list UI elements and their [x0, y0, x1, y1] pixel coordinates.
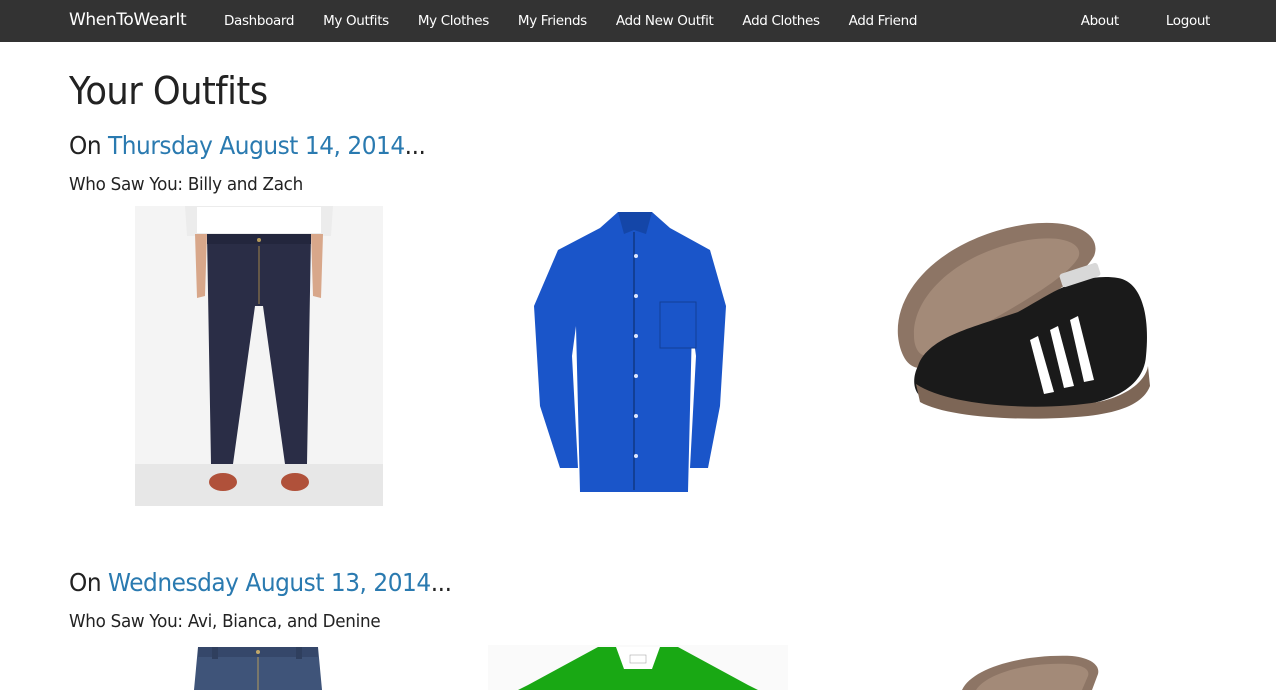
outfit-date-link[interactable]: Thursday August 14, 2014 — [108, 131, 405, 160]
nav-link-my-outfits[interactable]: My Outfits — [323, 0, 389, 42]
nav-link-add-clothes[interactable]: Add Clothes — [742, 0, 820, 42]
outfit-item-blue-shirt-image[interactable] — [520, 206, 748, 506]
outfit-item-jeans-image[interactable] — [192, 645, 324, 690]
outfit-heading: On Wednesday August 13, 2014... — [69, 566, 452, 600]
page-title: Your Outfits — [69, 69, 268, 113]
who-saw-label: Who Saw You: — [69, 611, 188, 632]
navbar: WhenToWearIt Dashboard My Outfits My Clo… — [0, 0, 1276, 42]
nav-right: About Logout — [1034, 0, 1211, 42]
outfit-item-jeans-image[interactable] — [135, 206, 383, 506]
who-saw-names: Billy and Zach — [187, 174, 303, 195]
nav-link-logout[interactable]: Logout — [1166, 0, 1210, 42]
who-saw-names: Avi, Bianca, and Denine — [187, 611, 381, 632]
nav-link-add-friend[interactable]: Add Friend — [849, 0, 918, 42]
nav-link-add-new-outfit[interactable]: Add New Outfit — [616, 0, 714, 42]
outfit-item-green-polo-image[interactable] — [488, 645, 788, 690]
outfit-heading-prefix: On — [69, 568, 109, 597]
who-saw-you: Who Saw You: Billy and Zach — [69, 173, 303, 197]
who-saw-you: Who Saw You: Avi, Bianca, and Denine — [69, 610, 381, 634]
nav-link-my-friends[interactable]: My Friends — [518, 0, 587, 42]
outfit-item-black-sneakers-image[interactable] — [888, 216, 1150, 420]
outfit-heading-suffix: ... — [404, 131, 426, 160]
who-saw-label: Who Saw You: — [69, 174, 188, 195]
outfit-heading-suffix: ... — [430, 568, 452, 597]
outfit-date-link[interactable]: Wednesday August 13, 2014 — [108, 568, 431, 597]
outfit-heading: On Thursday August 14, 2014... — [69, 129, 426, 163]
brand-link[interactable]: WhenToWearIt — [69, 0, 187, 42]
nav-link-about[interactable]: About — [1081, 0, 1120, 42]
outfit-item-black-sneakers-image[interactable] — [952, 652, 1102, 690]
nav-left: Dashboard My Outfits My Clothes My Frien… — [224, 0, 946, 42]
nav-link-my-clothes[interactable]: My Clothes — [418, 0, 489, 42]
nav-link-dashboard[interactable]: Dashboard — [224, 0, 294, 42]
outfit-heading-prefix: On — [69, 131, 109, 160]
